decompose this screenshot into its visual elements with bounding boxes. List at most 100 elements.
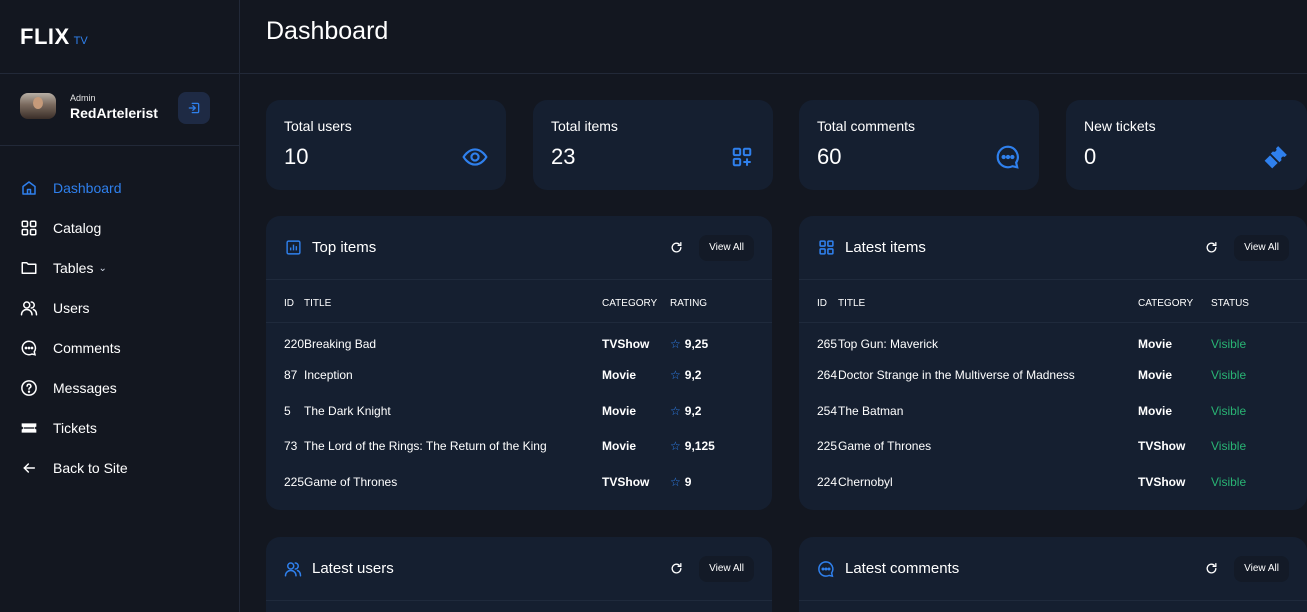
cell-category: Movie: [1138, 337, 1173, 351]
latest-users-panel: Latest users View All: [266, 537, 772, 612]
sidebar-item-label: Users: [53, 300, 90, 316]
table-row[interactable]: 224 Chernobyl TVShow Visible: [799, 464, 1307, 500]
column-header: RATING: [670, 280, 772, 323]
chat-icon: [817, 560, 835, 578]
star-icon: ☆: [670, 439, 681, 454]
cell-category: Movie: [1138, 403, 1173, 418]
star-icon: ☆: [670, 337, 681, 351]
brand-name: FLIX: [20, 23, 70, 49]
table-row[interactable]: 265 Top Gun: Maverick Movie Visible: [799, 322, 1307, 358]
avatar: [20, 92, 56, 119]
cell-rating: ☆ 9,2: [670, 358, 772, 394]
sidebar-item-tables[interactable]: Tables ⌄: [0, 248, 239, 288]
cell-category: Movie: [1138, 368, 1173, 383]
grid-plus-icon: [729, 144, 755, 170]
panel-title: Latest items: [845, 239, 926, 256]
cell-title[interactable]: Chernobyl: [838, 464, 1138, 500]
cell-id: 224: [817, 474, 838, 489]
cell-id: 254: [817, 403, 838, 418]
cell-id: 220: [284, 337, 305, 351]
sidebar-item-label: Back to Site: [53, 460, 128, 476]
cell-id: 264: [817, 368, 838, 383]
sidebar-item-label: Catalog: [53, 220, 102, 236]
cell-title[interactable]: The Dark Knight: [304, 393, 602, 429]
cell-id: 87: [284, 368, 298, 383]
sidebar-item-comments[interactable]: Comments: [0, 328, 239, 368]
stat-card-users: Total users 10: [266, 100, 506, 190]
column-header: ID: [266, 280, 305, 323]
cell-status: Visible: [1211, 403, 1247, 418]
cell-status: Visible: [1211, 474, 1247, 489]
brand-suffix: TV: [73, 34, 88, 47]
grid-icon: [817, 239, 835, 257]
view-all-button[interactable]: View All: [1234, 555, 1289, 582]
cell-title[interactable]: Inception: [304, 358, 602, 394]
stat-label: New tickets: [1084, 118, 1156, 134]
column-header: CATEGORY: [602, 280, 671, 323]
sidebar-item-users[interactable]: Users: [0, 288, 239, 328]
star-icon: ☆: [670, 474, 681, 489]
latest-items-table: ID TITLE CATEGORY STATUS 265 Top Gun: Ma…: [799, 280, 1307, 500]
sidebar-item-label: Messages: [53, 380, 117, 396]
view-all-button[interactable]: View All: [1234, 234, 1289, 261]
cell-id: 225: [817, 439, 838, 454]
stat-label: Total users: [284, 118, 352, 134]
table-row[interactable]: 254 The Batman Movie Visible: [799, 393, 1307, 429]
panel-title: Top items: [312, 239, 377, 256]
ticket-icon: [1263, 144, 1289, 170]
cell-status: Visible: [1211, 439, 1247, 454]
refresh-icon[interactable]: [1202, 239, 1220, 257]
column-header: CATEGORY: [1138, 280, 1211, 323]
cell-title[interactable]: Game of Thrones: [838, 429, 1138, 465]
user-profile: Admin RedArtelerist: [0, 74, 239, 146]
stat-value: 10: [284, 144, 309, 169]
sidebar-item-tickets[interactable]: Tickets: [0, 408, 239, 448]
cell-category: TVShow: [602, 474, 650, 489]
logo[interactable]: FLIX TV: [0, 0, 239, 74]
topbar: Dashboard: [240, 0, 1307, 74]
cell-title[interactable]: Game of Thrones: [304, 464, 602, 500]
users-icon: [20, 299, 38, 317]
stat-value: 0: [1084, 144, 1097, 169]
sidebar-item-messages[interactable]: Messages: [0, 368, 239, 408]
cell-title[interactable]: Doctor Strange in the Multiverse of Madn…: [838, 358, 1138, 394]
view-all-button[interactable]: View All: [699, 555, 754, 582]
sidebar-item-back[interactable]: Back to Site: [0, 448, 239, 488]
logout-button[interactable]: [178, 92, 210, 124]
cell-category: TVShow: [1138, 474, 1186, 489]
cell-category: TVShow: [1138, 439, 1186, 454]
chat-icon: [995, 144, 1021, 170]
rating-value: 9,125: [684, 439, 715, 454]
table-row[interactable]: 264 Doctor Strange in the Multiverse of …: [799, 358, 1307, 394]
rating-value: 9,25: [684, 337, 709, 351]
table-row[interactable]: 220 Breaking Bad TVShow ☆ 9,25: [266, 322, 772, 358]
cell-title[interactable]: Top Gun: Maverick: [838, 322, 1138, 358]
table-row[interactable]: 5 The Dark Knight Movie ☆ 9,2: [266, 393, 772, 429]
table-row[interactable]: 225 Game of Thrones TVShow Visible: [799, 429, 1307, 465]
cell-title[interactable]: Breaking Bad: [304, 322, 602, 358]
sidebar-item-label: Tickets: [53, 420, 97, 436]
rating-value: 9,2: [684, 368, 702, 383]
stat-label: Total comments: [817, 118, 916, 134]
table-row[interactable]: 87 Inception Movie ☆ 9,2: [266, 358, 772, 394]
refresh-icon[interactable]: [1202, 560, 1220, 578]
refresh-icon[interactable]: [667, 560, 685, 578]
cell-id: 73: [284, 439, 298, 454]
cell-title[interactable]: The Lord of the Rings: The Return of the…: [304, 429, 602, 465]
table-row[interactable]: 73 The Lord of the Rings: The Return of …: [266, 429, 772, 465]
ticket-icon: [20, 419, 38, 437]
rating-value: 9: [684, 474, 692, 489]
sidebar-item-dashboard[interactable]: Dashboard: [0, 168, 239, 208]
view-all-button[interactable]: View All: [699, 234, 754, 261]
column-header: STATUS: [1211, 280, 1307, 323]
cell-status: Visible: [1211, 337, 1247, 351]
sidebar-item-catalog[interactable]: Catalog: [0, 208, 239, 248]
bar-chart-icon: [284, 239, 302, 257]
cell-rating: ☆ 9,125: [670, 429, 772, 465]
table-row[interactable]: 225 Game of Thrones TVShow ☆ 9: [266, 464, 772, 500]
panel-header: Top items View All: [266, 216, 772, 280]
cell-rating: ☆ 9,2: [670, 393, 772, 429]
cell-title[interactable]: The Batman: [838, 393, 1138, 429]
stat-card-items: Total items 23: [533, 100, 773, 190]
refresh-icon[interactable]: [667, 239, 685, 257]
